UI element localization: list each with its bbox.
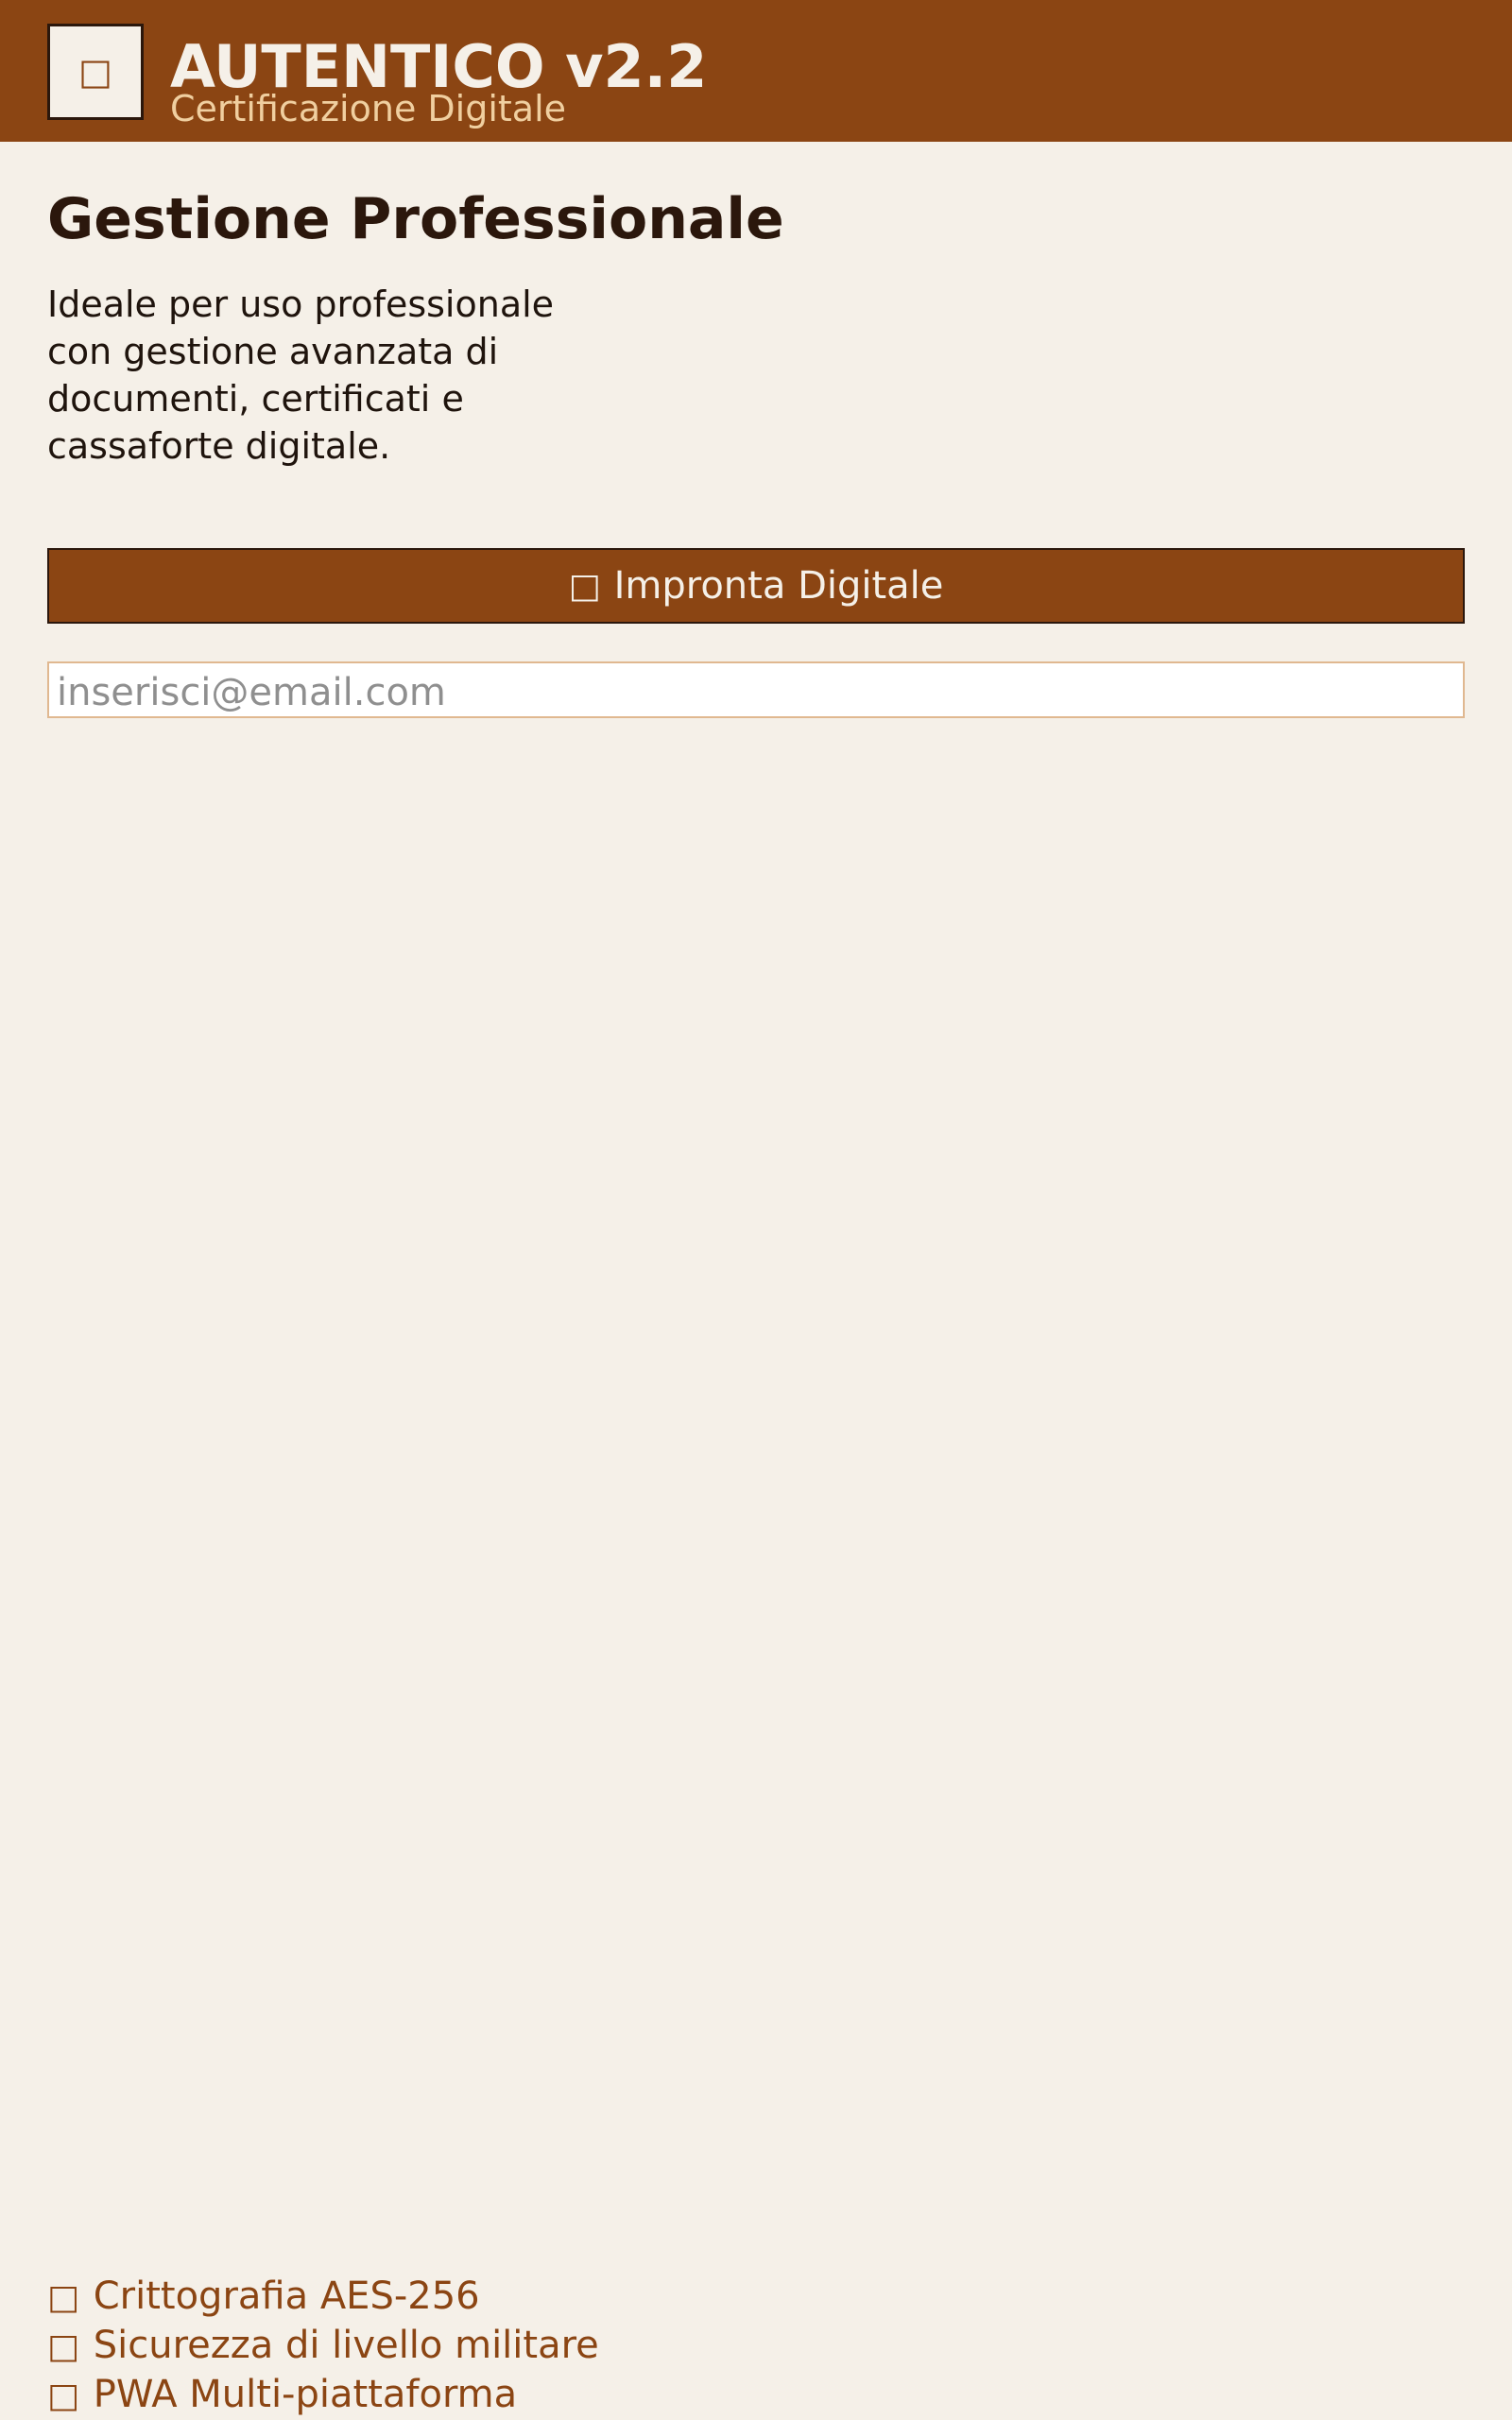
fingerprint-icon: □ [568,566,601,606]
app-header: □ AUTENTICO v2.2 Certificazione Digitale [0,0,1512,142]
lock-icon: □ [47,2278,80,2317]
feature-label: PWA Multi-piattaforma [93,2373,518,2416]
email-field[interactable] [47,661,1465,718]
shield-icon: □ [47,24,144,120]
mobile-icon: □ [47,2377,80,2415]
fingerprint-login-button[interactable]: □ Impronta Digitale [47,548,1465,624]
feature-item-encryption: □ Crittografia AES-256 [47,2273,599,2322]
page-description: Ideale per uso professionale con gestion… [47,283,555,467]
feature-label: Crittografia AES-256 [93,2274,480,2318]
feature-label: Sicurezza di livello militare [93,2324,599,2367]
feature-list: □ Crittografia AES-256 □ Sicurezza di li… [47,2273,599,2420]
shield-icon: □ [47,2327,80,2366]
page-title: Gestione Professionale [47,186,784,252]
app-subtitle: Certificazione Digitale [170,88,567,129]
fingerprint-button-label: Impronta Digitale [613,564,944,608]
feature-item-pwa: □ PWA Multi-piattaforma [47,2371,599,2420]
feature-item-security: □ Sicurezza di livello militare [47,2322,599,2371]
